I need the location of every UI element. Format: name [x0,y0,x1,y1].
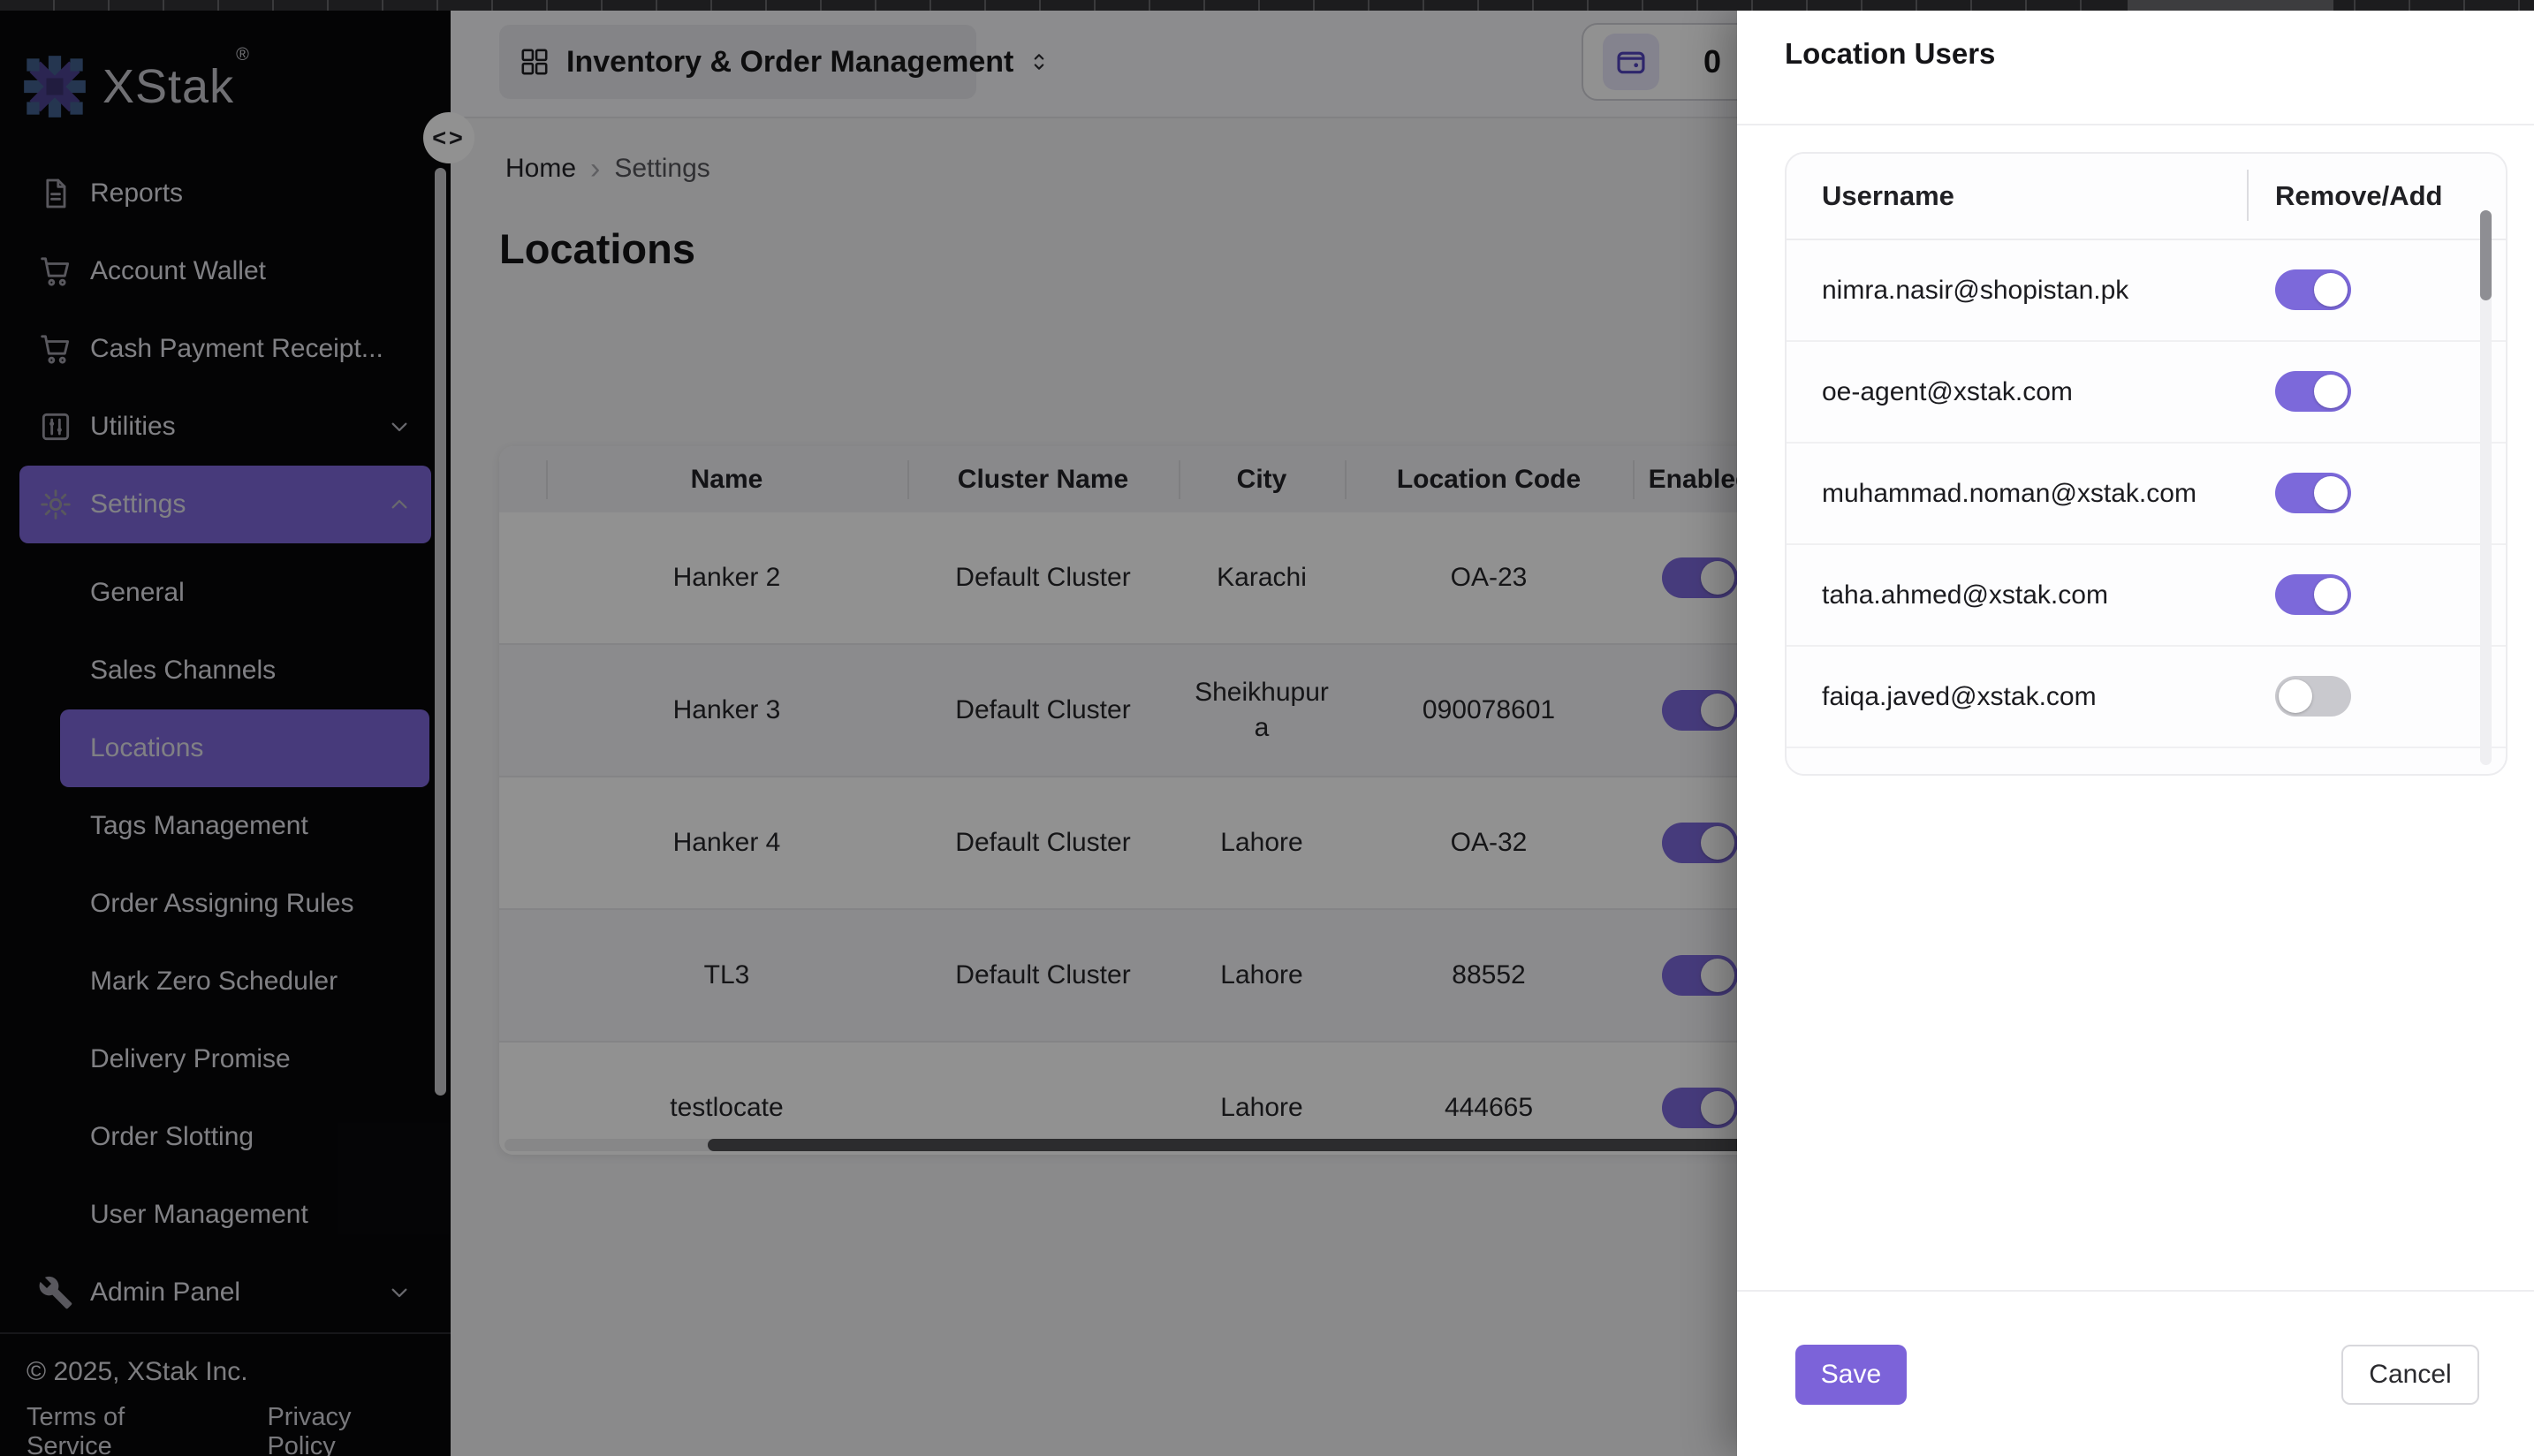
user-toggle[interactable] [2275,676,2351,717]
username-text: muhammad.noman@xstak.com [1822,444,2196,543]
user-toggle[interactable] [2275,473,2351,513]
location-users-drawer: Location Users Username Remove/Add nimra… [1737,11,2534,1456]
user-row: oe-agent@xstak.com [1787,340,2506,442]
drawer-footer-divider [1737,1290,2534,1292]
user-toggle[interactable] [2275,269,2351,310]
drawer-title: Location Users [1785,37,1995,71]
user-toggle[interactable] [2275,371,2351,412]
username-column-header: Username [1822,154,1954,239]
user-row: taha.ahmed@xstak.com [1787,543,2506,645]
users-table-body: nimra.nasir@shopistan.pkoe-agent@xstak.c… [1787,240,2506,776]
user-row: nimra.nasir@shopistan.pk [1787,240,2506,340]
drawer-divider [1737,124,2534,125]
modal-dim-overlay[interactable] [0,11,1737,1456]
location-users-card: Username Remove/Add nimra.nasir@shopista… [1785,152,2507,776]
user-row [1787,747,2506,776]
header-column-separator [2247,170,2249,221]
users-table-header: Username Remove/Add [1787,154,2506,240]
save-button[interactable]: Save [1795,1345,1907,1405]
user-row: faiqa.javed@xstak.com [1787,645,2506,747]
user-row: muhammad.noman@xstak.com [1787,442,2506,543]
page: XStak® ReportsAccount WalletCash Payment… [0,0,2534,1456]
username-text: taha.ahmed@xstak.com [1822,545,2108,645]
username-text: oe-agent@xstak.com [1822,342,2073,442]
browser-tab-strip[interactable] [0,0,2534,11]
username-text: faiqa.javed@xstak.com [1822,647,2097,747]
user-toggle[interactable] [2275,574,2351,615]
remove-add-column-header: Remove/Add [2275,154,2442,239]
users-scrollbar-thumb[interactable] [2480,210,2492,300]
username-text: nimra.nasir@shopistan.pk [1822,240,2128,340]
browser-active-tab[interactable] [2128,0,2333,11]
cancel-button[interactable]: Cancel [2341,1345,2479,1405]
